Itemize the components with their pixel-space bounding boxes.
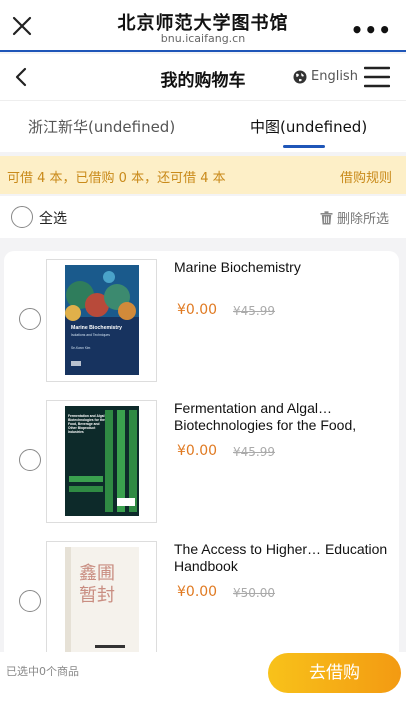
cart-list: Marine Biochemistry Isolations and Techn… [4,251,399,661]
cover-title: 鑫圃 暂封 [79,563,115,606]
cart-item: 鑫圃 暂封 The Access to Higher… Education Ha… [4,533,399,661]
item-checkbox[interactable] [19,590,41,612]
browser-bar: 北京师范大学图书馆 bnu.icaifang.cn ••• [0,0,406,52]
cover-subtitle: Isolations and Techniques [71,333,110,337]
book-cover-marine-biochemistry: Marine Biochemistry Isolations and Techn… [65,265,139,375]
borrow-purchase-button[interactable]: 去借购 [268,653,401,693]
cover-author: Se-Kwon Kim [71,346,91,350]
book-cover-higher-education: 鑫圃 暂封 [65,547,139,657]
select-all-label[interactable]: 全选 [39,208,67,228]
borrow-quota-notice: 可借 4 本，已借购 0 本，还可借 4 本 借购规则 [0,156,406,194]
select-all-checkbox[interactable] [11,206,33,228]
item-price: ¥0.00 [177,302,218,318]
item-checkbox[interactable] [19,308,41,330]
book-cover-frame[interactable]: 鑫圃 暂封 [46,541,157,661]
item-title[interactable]: Fermentation and Algal… Biotechnologies … [174,400,394,434]
language-switch[interactable]: English [293,69,358,84]
active-tab-indicator [283,145,325,148]
book-cover-fermentation: Fermentation and Algal Biotechnologies f… [65,406,139,516]
cover-title: Fermentation and Algal Biotechnologies f… [68,414,105,434]
item-price: ¥0.00 [177,584,218,600]
cart-item: Fermentation and Algal Biotechnologies f… [4,392,399,533]
browser-url: bnu.icaifang.cn [160,32,246,45]
book-cover-frame[interactable]: Marine Biochemistry Isolations and Techn… [46,259,157,382]
trash-icon [320,210,333,224]
item-title[interactable]: Marine Biochemistry [174,259,394,276]
select-all-row: 全选 删除所选 [0,196,406,238]
item-price: ¥0.00 [177,443,218,459]
item-title[interactable]: The Access to Higher… Education Handbook [174,541,394,575]
borrow-rules-link[interactable]: 借购规则 [340,167,392,186]
cart-item: Marine Biochemistry Isolations and Techn… [4,251,399,392]
item-original-price: ¥50.00 [233,586,275,600]
vendor-tabs: 浙江新华(undefined) 中图(undefined) [0,100,406,152]
item-original-price: ¥45.99 [233,445,275,459]
delete-selected-button[interactable]: 删除所选 [320,208,389,227]
language-label: English [311,69,358,84]
tab-zhejiang-xinhua[interactable]: 浙江新华(undefined) [28,116,175,137]
item-checkbox[interactable] [19,449,41,471]
cover-title: Marine Biochemistry [71,325,122,331]
more-options-icon[interactable]: ••• [351,18,392,42]
delete-selected-label: 删除所选 [336,212,389,227]
cart-footer: 已选中0个商品 去借购 [0,652,406,715]
globe-icon [293,70,307,83]
menu-icon[interactable] [364,65,390,89]
item-original-price: ¥45.99 [233,304,275,318]
tab-zhongtu[interactable]: 中图(undefined) [250,116,367,137]
selected-count: 已选中0个商品 [6,665,79,678]
book-cover-frame[interactable]: Fermentation and Algal Biotechnologies f… [46,400,157,523]
page-header: 我的购物车 English [0,54,406,100]
quota-text: 可借 4 本，已借购 0 本，还可借 4 本 [7,171,226,186]
